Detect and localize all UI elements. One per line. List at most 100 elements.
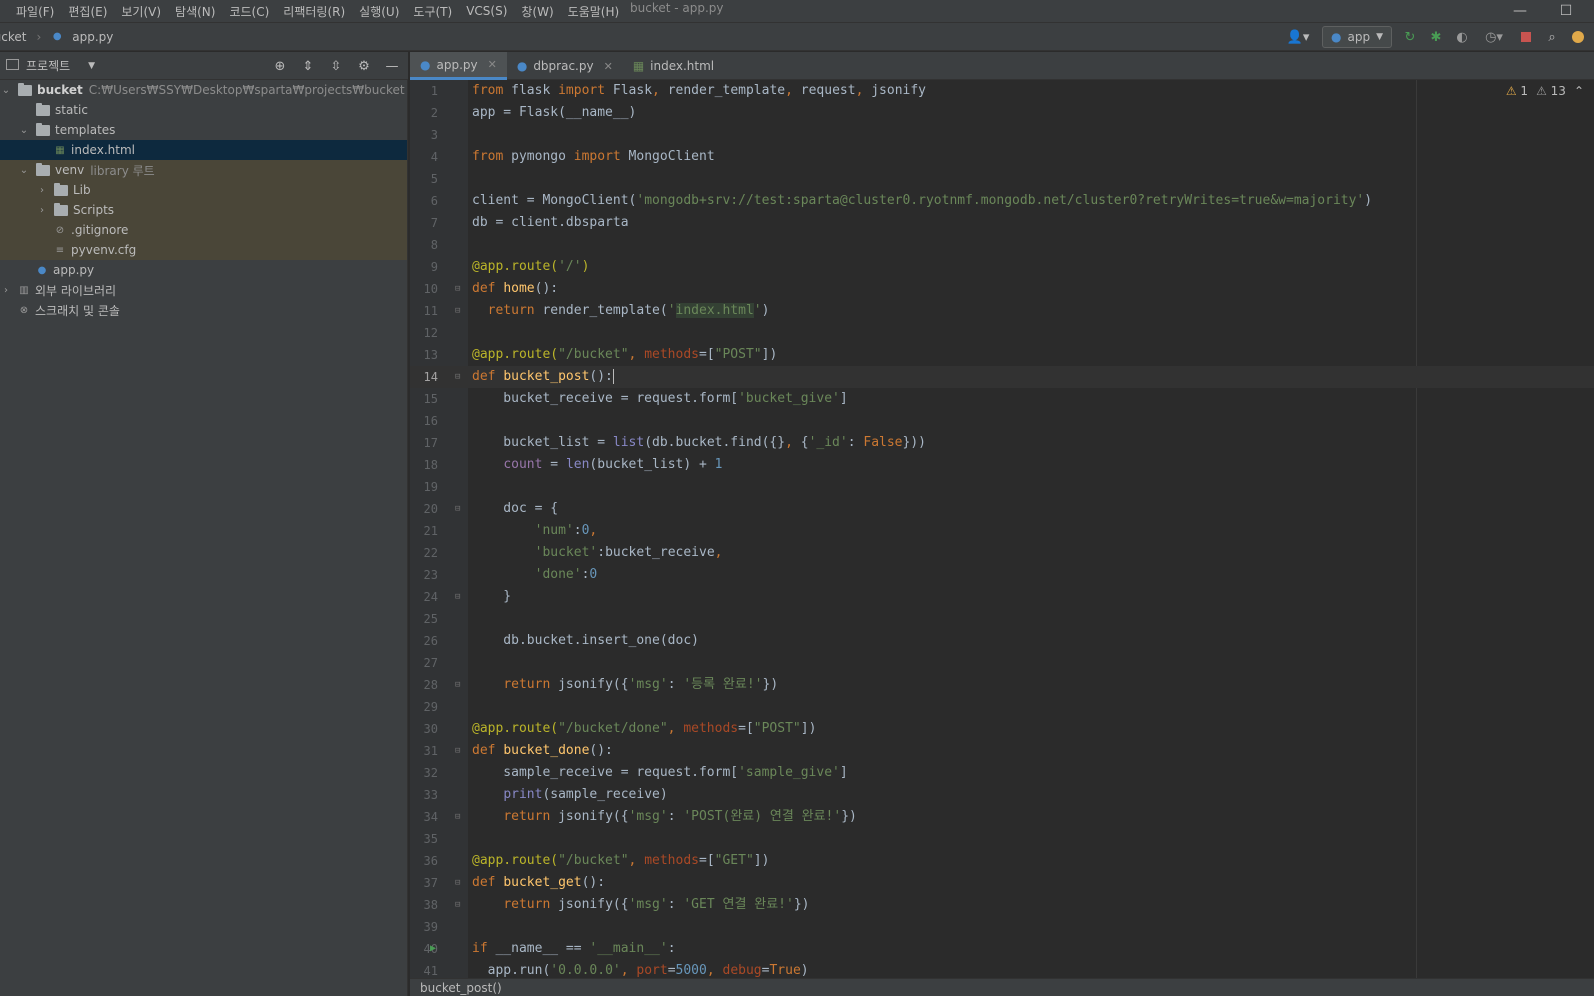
code-line: 19 [423,480,438,494]
code-line: 30 @app.route("/bucket/done", methods=["P… [423,721,817,736]
tree-item-label: bucket [37,83,83,97]
tree-item-templates[interactable]: ⌄ templates [0,120,407,140]
toolbar: 👤▾ ● app ▼ ↻ ✱ ◐ ◷▾ ⌕ [1284,23,1594,51]
profile-icon[interactable]: ◷▾ [1480,29,1508,45]
menu-run[interactable]: 실행(U) [352,3,406,20]
project-pane-title[interactable]: 프로젝트 [26,57,70,74]
code-line: 28 ⊟ return jsonify({'msg': '등록 완료!'}) [423,677,779,692]
python-file-icon: ● [37,264,47,276]
chevron-down-icon[interactable]: ▼ [88,61,95,71]
code-line: 6 client = MongoClient('mongodb+srv://tes… [430,193,1373,208]
chevron-down-icon[interactable]: ⌄ [18,125,30,136]
close-icon[interactable]: ✕ [488,58,497,71]
tree-item-pyvenv-cfg[interactable]: ≡ pyvenv.cfg [0,240,407,260]
tree-item-gitignore[interactable]: ⊘ .gitignore [0,220,407,240]
search-icon[interactable]: ⌕ [1544,29,1560,45]
code-line: 18 count = len(bucket_list) + 1 [423,457,723,472]
code-line: 25 [423,612,438,626]
menu-tools[interactable]: 도구(T) [406,3,459,20]
rerun-icon[interactable]: ↻ [1402,29,1418,45]
menu-refactor[interactable]: 리팩터링(R) [276,3,352,20]
tree-item-scripts[interactable]: › Scripts [0,200,407,220]
chevron-down-icon[interactable]: ⌄ [18,165,30,176]
code-line: 13 @app.route("/bucket", methods=["POST"]… [423,347,778,362]
tree-item-external-libraries[interactable]: › ▥ 외부 라이브러리 [0,280,407,300]
menu-navigate[interactable]: 탐색(N) [168,3,222,20]
breadcrumb-file[interactable]: app.py [72,30,113,44]
folder-icon [36,102,50,116]
minimize-button[interactable]: — [1500,0,1540,22]
menu-edit[interactable]: 편집(E) [61,3,114,20]
code-line: 5 [430,172,438,186]
tree-item-scratches[interactable]: ⊗ 스크래치 및 콘솔 [0,300,407,320]
scratches-icon: ⊗ [19,304,29,316]
tree-item-label: pyvenv.cfg [71,243,137,257]
menu-code[interactable]: 코드(C) [222,3,276,20]
code-editor[interactable]: ⚠ 1 ⚠ 13 ⌃ 1 from flask import Flask, ren… [410,80,1594,978]
menu-file[interactable]: 파일(F) [0,3,61,20]
tree-item-static[interactable]: static [0,100,407,120]
chevron-down-icon[interactable]: ⌄ [0,85,12,96]
tree-item-app-py[interactable]: ● app.py [0,260,407,280]
code-line: 15 bucket_receive = request.form['bucket… [423,391,848,406]
run-config-select[interactable]: ● app ▼ [1322,26,1392,48]
chevron-right-icon[interactable]: › [36,205,48,216]
config-file-icon: ≡ [55,244,65,256]
code-line: 33 print(sample_receive) [423,787,668,802]
tab-label: dbprac.py [533,59,594,73]
coverage-icon[interactable]: ◐ [1454,29,1470,45]
maximize-icon: ☐ [1559,3,1573,19]
tab-app-py[interactable]: ● app.py ✕ [410,52,507,80]
debug-icon[interactable]: ✱ [1428,29,1444,45]
code-line: 4 from pymongo import MongoClient [430,149,715,164]
menu-help[interactable]: 도움말(H) [561,3,627,20]
tree-item-bucket[interactable]: ⌄ bucket C:₩Users₩SSY₩Desktop₩sparta₩pro… [0,80,407,100]
hide-icon[interactable]: — [384,58,400,74]
code-line: 21 'num':0, [423,523,598,538]
tree-item-index-html[interactable]: ▦ index.html [0,140,407,160]
tree-item-venv[interactable]: ⌄ venv library 루트 [0,160,407,180]
editor-tabs: ● app.py ✕ ● dbprac.py ✕ ▦ index.html [410,52,1594,80]
maximize-button[interactable]: ☐ [1546,0,1586,22]
user-icon[interactable]: 👤▾ [1284,29,1312,45]
expand-all-icon[interactable]: ⇕ [300,58,316,74]
locate-icon[interactable]: ⊕ [272,58,288,74]
folder-icon [36,122,50,136]
code-line: 24 ⊟ } [423,589,512,604]
project-icon [6,59,19,70]
menu-view[interactable]: 보기(V) [114,3,168,20]
code-line: 20 ⊟ doc = { [423,501,559,516]
collapse-all-icon[interactable]: ⇳ [328,58,344,74]
code-line: 17 bucket_list = list(db.bucket.find({},… [423,435,926,450]
python-file-icon: ● [420,57,431,72]
tab-index-html[interactable]: ▦ index.html [623,52,724,80]
code-line: 31 ⊟ def bucket_done(): [423,743,613,758]
code-line: 32 sample_receive = request.form['sample… [423,765,848,780]
tree-item-label: app.py [53,263,95,277]
code-line: 7 db = client.dbsparta [430,215,629,230]
update-icon[interactable] [1570,29,1586,45]
gear-icon[interactable]: ⚙ [356,58,372,74]
code-line-current: 14 ⊟ def bucket_post(): [410,366,1594,388]
chevron-right-icon[interactable]: › [36,185,48,196]
menu-window[interactable]: 창(W) [514,3,560,20]
context-breadcrumb[interactable]: bucket_post() [420,981,502,995]
breadcrumb-root[interactable]: bucket [0,30,26,44]
tree-item-label: 외부 라이브러리 [35,283,117,298]
chevron-right-icon: › [36,29,42,44]
code-line: 41 app.run('0.0.0.0', port=5000, debug=T… [423,963,809,978]
code-line: 29 [423,700,438,714]
tree-item-lib[interactable]: › Lib [0,180,407,200]
stop-icon[interactable] [1518,29,1534,45]
chevron-right-icon[interactable]: › [0,285,12,296]
tab-dbprac-py[interactable]: ● dbprac.py ✕ [507,52,623,80]
menu-vcs[interactable]: VCS(S) [459,4,514,18]
project-pane-header: 프로젝트 ▼ ⊕ ⇕ ⇳ ⚙ — [0,52,408,80]
code-line: 40 ▶ if __name__ == '__main__': [410,938,1594,960]
tree-item-label: 스크래치 및 콘솔 [35,303,120,318]
tab-label: index.html [650,59,715,73]
close-icon[interactable]: ✕ [604,60,613,73]
tree-item-label: venv [55,163,85,177]
run-gutter-icon[interactable]: ▶ [430,938,436,960]
python-file-icon: ● [52,31,62,42]
